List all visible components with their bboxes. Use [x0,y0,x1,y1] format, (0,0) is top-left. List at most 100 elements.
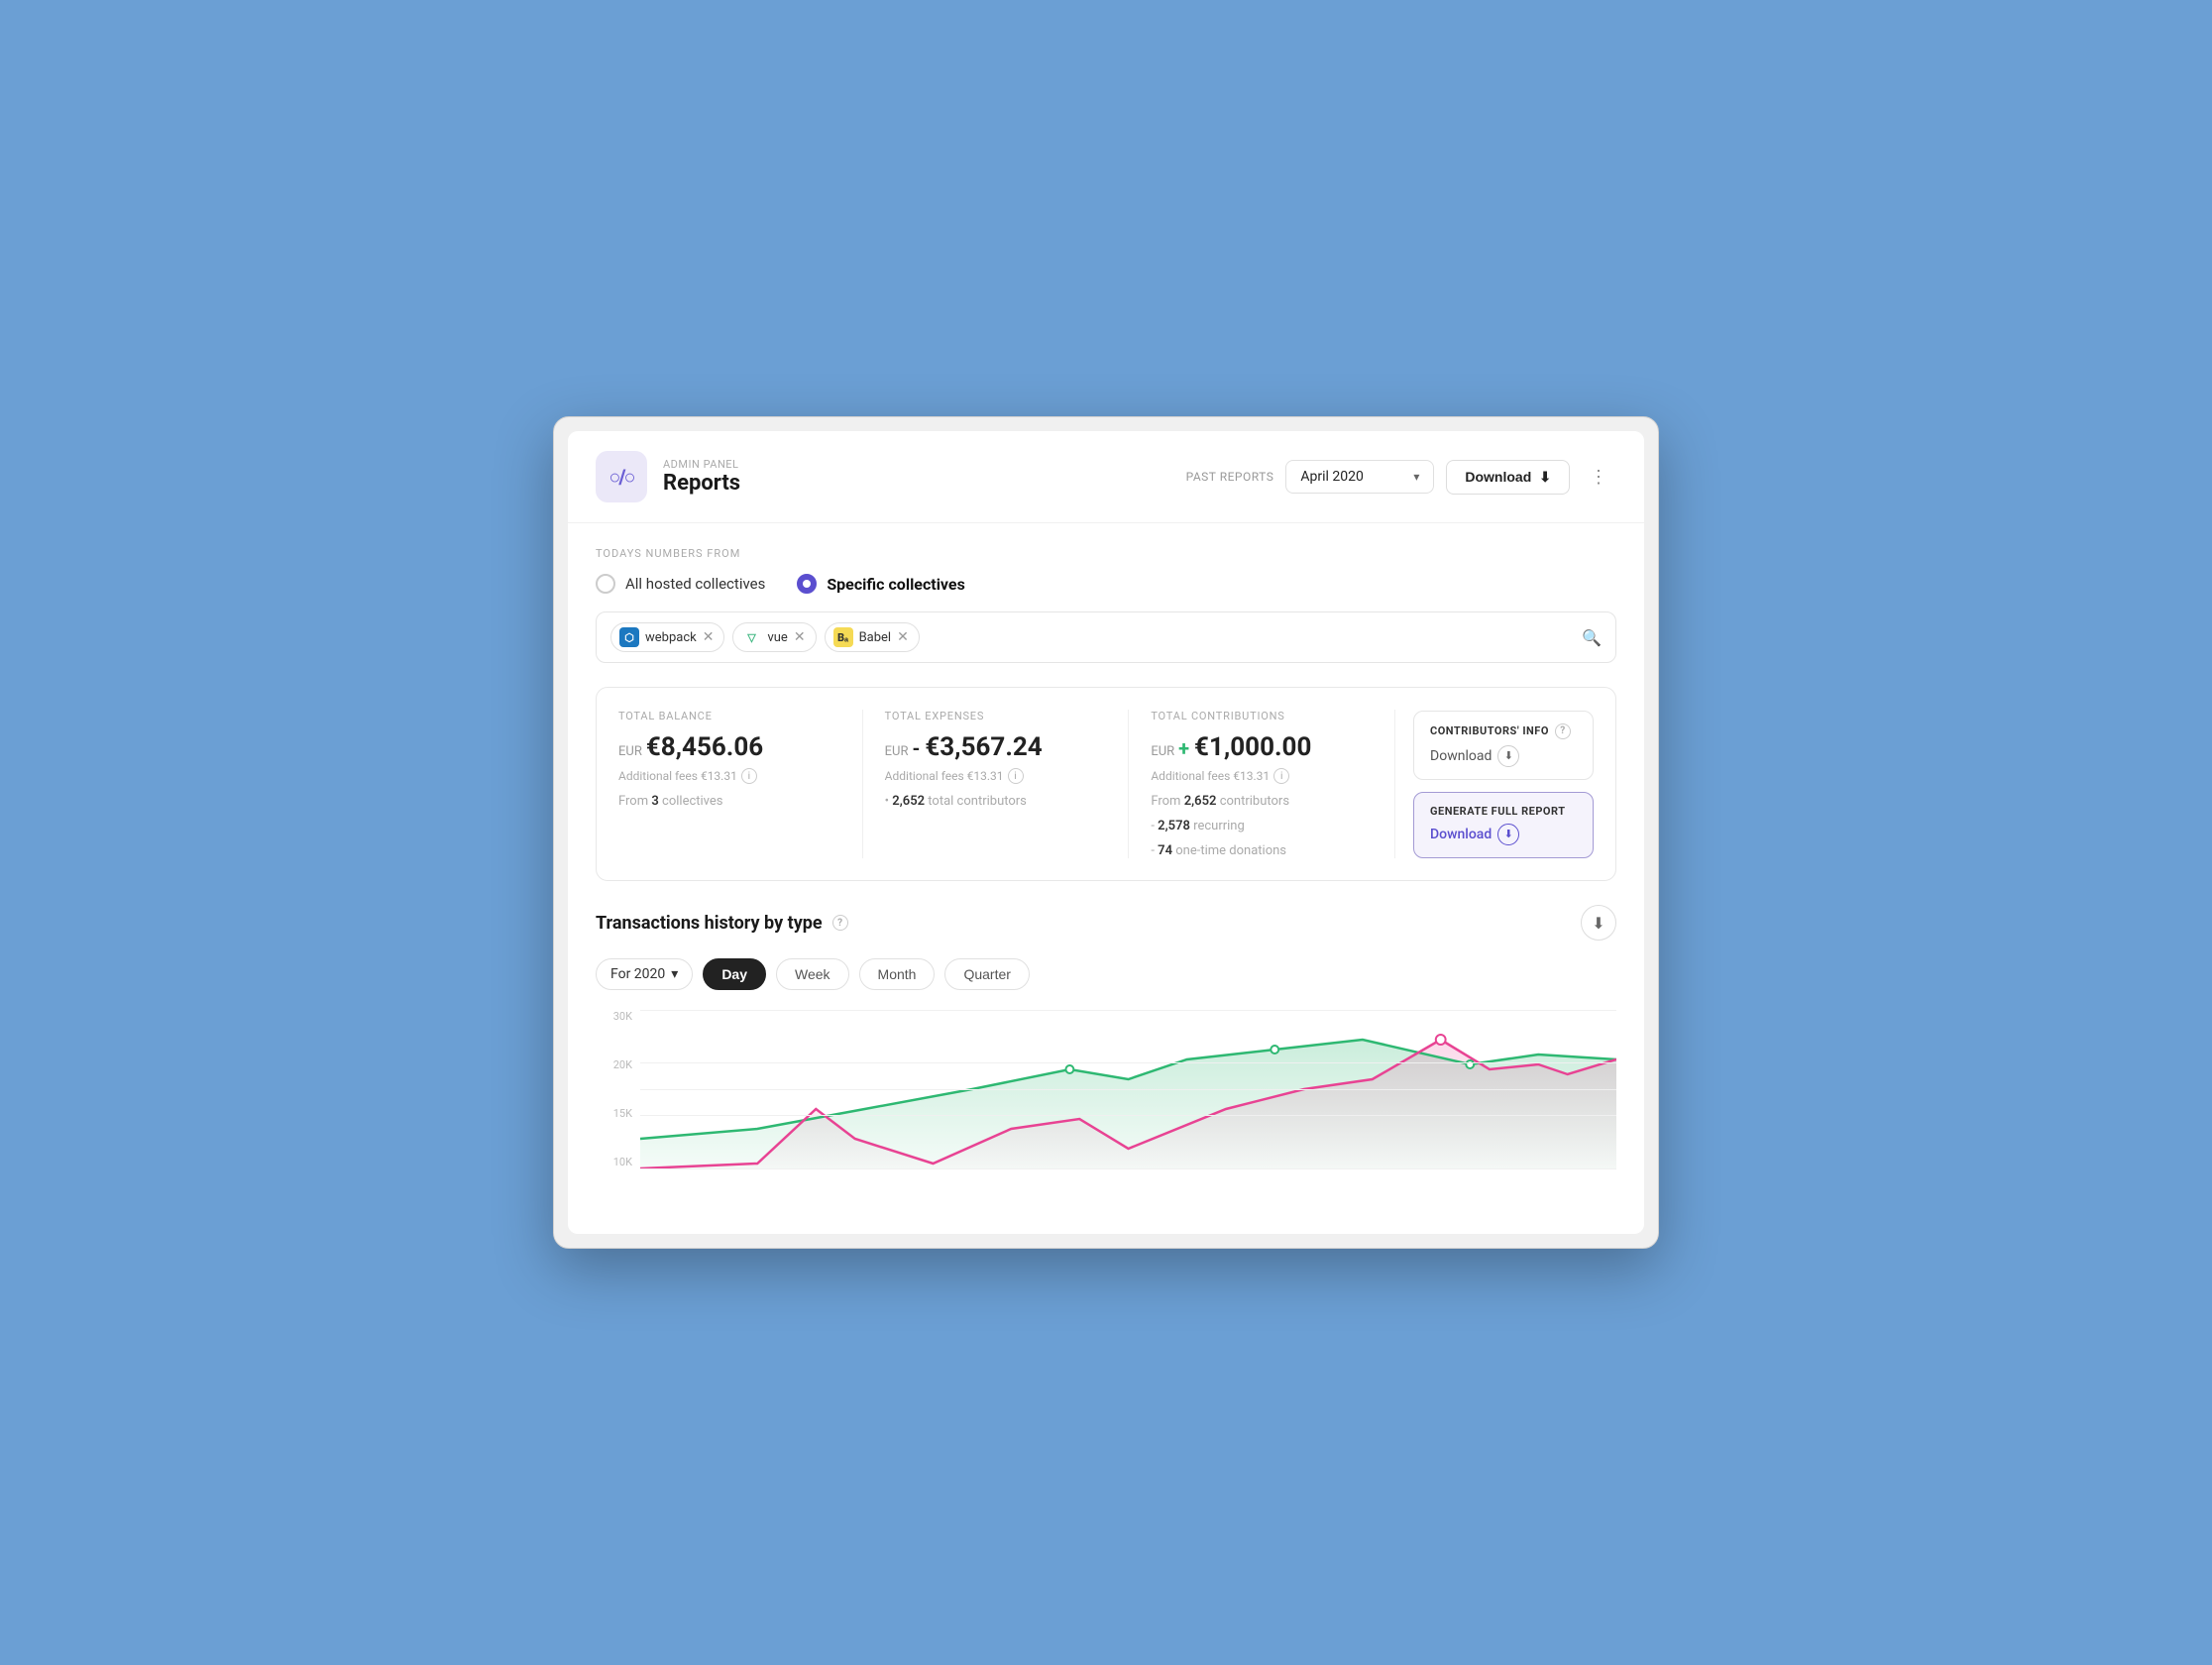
remove-webpack-button[interactable]: ✕ [703,630,715,644]
balance-fees: Additional fees €13.31 i [618,768,840,784]
y-label-15k: 15K [613,1107,632,1120]
contributors-info-title: CONTRIBUTORS' INFO ? [1430,723,1577,739]
remove-babel-button[interactable]: ✕ [897,630,909,644]
tags-input[interactable]: ⬡ webpack ✕ ▽ vue ✕ Bₐ Babel ✕ 🔍 [596,611,1616,663]
total-contributions-col: TOTAL CONTRIBUTIONS EUR + €1,000.00 Addi… [1129,710,1395,858]
contributions-sub2-count: 2,578 [1158,819,1190,833]
expenses-sub: • 2,652 total contributors [885,794,1107,809]
header: ○/○ ADMIN PANEL Reports PAST REPORTS Apr… [568,431,1644,523]
search-icon[interactable]: 🔍 [1582,628,1602,647]
balance-info-icon[interactable]: i [741,768,757,784]
year-select[interactable]: For 2020 ▾ [596,958,693,990]
radio-group: All hosted collectives Specific collecti… [596,574,1616,594]
total-expenses-col: TOTAL EXPENSES EUR - €3,567.24 Additiona… [863,710,1130,858]
contributors-download-icon: ⬇ [1497,745,1519,767]
total-expenses-amount-row: EUR - €3,567.24 [885,732,1107,762]
radio-specific-collectives[interactable]: Specific collectives [797,574,964,594]
contributors-info-icon[interactable]: ? [1555,723,1571,739]
contributions-fees-text: Additional fees €13.31 [1151,769,1270,783]
generate-report-download[interactable]: Download ⬇ [1430,824,1577,845]
total-contributions-label: TOTAL CONTRIBUTIONS [1151,710,1373,722]
expenses-info-icon[interactable]: i [1008,768,1024,784]
balance-sub: From 3 collectives [618,794,840,809]
stats-card: TOTAL BALANCE EUR €8,456.06 Additional f… [596,687,1616,881]
total-balance-amount-row: EUR €8,456.06 [618,732,840,762]
radio-circle-specific [797,574,817,594]
radio-label-specific: Specific collectives [827,575,964,594]
contributors-info-card[interactable]: CONTRIBUTORS' INFO ? Download ⬇ [1413,711,1594,780]
more-options-button[interactable]: ⋮ [1582,463,1616,492]
balance-currency: EUR [618,744,642,759]
time-btn-week[interactable]: Week [776,958,849,990]
generate-report-card[interactable]: GENERATE FULL REPORT Download ⬇ [1413,792,1594,858]
y-label-20k: 20K [613,1058,632,1071]
tag-babel-label: Babel [859,630,892,645]
contributions-info-icon[interactable]: i [1273,768,1289,784]
webpack-icon: ⬡ [619,627,639,647]
selected-report-value: April 2020 [1300,469,1364,485]
y-label-30k: 30K [613,1010,632,1023]
contributions-sub1-count: 2,652 [1184,794,1217,809]
tag-vue: ▽ vue ✕ [732,622,816,652]
expenses-sub-count: 2,652 [892,794,925,809]
contributions-sub3: - 74 one-time donations [1151,843,1373,858]
contributions-amount: €1,000.00 [1194,732,1311,762]
year-chevron-icon: ▾ [671,966,678,982]
time-btn-month[interactable]: Month [859,958,936,990]
contributions-sub2: - 2,578 recurring [1151,819,1373,833]
header-title: ADMIN PANEL Reports [663,458,1170,496]
expenses-fees-text: Additional fees €13.31 [885,769,1004,783]
chart-download-icon: ⬇ [1592,914,1604,933]
remove-vue-button[interactable]: ✕ [794,630,806,644]
radio-label-all: All hosted collectives [625,575,765,593]
chart-header: Transactions history by type ? ⬇ [596,905,1616,941]
total-balance-col: TOTAL BALANCE EUR €8,456.06 Additional f… [618,710,863,858]
chart-title: Transactions history by type ? [596,913,848,934]
tag-webpack: ⬡ webpack ✕ [610,622,724,652]
contributions-currency: EUR [1151,744,1174,759]
chevron-down-icon: ▾ [1413,470,1419,484]
chart-container: 30K 20K 15K 10K [596,1010,1616,1188]
contributions-sub1: From 2,652 contributors [1151,794,1373,809]
contributors-info-download[interactable]: Download ⬇ [1430,745,1577,767]
actions-col: CONTRIBUTORS' INFO ? Download ⬇ GENERATE… [1395,710,1594,858]
generate-report-title: GENERATE FULL REPORT [1430,805,1577,818]
download-icon: ⬇ [1539,469,1551,486]
header-right: PAST REPORTS April 2020 ▾ Download ⬇ ⋮ [1186,460,1616,495]
expenses-sign: - [912,736,925,760]
vue-icon: ▽ [741,627,761,647]
babel-icon: Bₐ [833,627,853,647]
filter-section-label: TODAYS NUMBERS FROM [596,547,1616,560]
report-select[interactable]: April 2020 ▾ [1285,460,1434,494]
chart-area [640,1010,1616,1168]
balance-amount: €8,456.06 [646,732,763,762]
expenses-fees: Additional fees €13.31 i [885,768,1107,784]
radio-all-collectives[interactable]: All hosted collectives [596,574,765,594]
tag-vue-label: vue [767,630,787,645]
total-expenses-label: TOTAL EXPENSES [885,710,1107,722]
contributions-sign: + [1178,736,1194,760]
main-content: TODAYS NUMBERS FROM All hosted collectiv… [568,523,1644,1228]
chart-info-icon[interactable]: ? [832,915,848,931]
total-balance-label: TOTAL BALANCE [618,710,840,722]
download-button[interactable]: Download ⬇ [1446,460,1570,495]
admin-label: ADMIN PANEL [663,458,1170,471]
download-label: Download [1465,469,1531,485]
logo: ○/○ [596,451,647,502]
chart-section: Transactions history by type ? ⬇ For 202… [596,905,1616,1204]
y-label-10k: 10K [613,1156,632,1168]
chart-download-button[interactable]: ⬇ [1581,905,1616,941]
time-btn-quarter[interactable]: Quarter [944,958,1029,990]
expenses-amount: €3,567.24 [925,732,1042,762]
balance-sub-count: 3 [651,794,658,809]
contributions-fees: Additional fees €13.31 i [1151,768,1373,784]
contributions-sub3-count: 74 [1158,843,1172,858]
tag-babel: Bₐ Babel ✕ [825,622,920,652]
page-title: Reports [663,471,1170,496]
radio-circle-all [596,574,615,594]
chart-y-labels: 30K 20K 15K 10K [596,1010,640,1168]
time-btn-day[interactable]: Day [703,958,766,990]
chart-grid [640,1010,1616,1168]
time-controls: For 2020 ▾ Day Week Month Quarter [596,958,1616,990]
total-contributions-amount-row: EUR + €1,000.00 [1151,732,1373,762]
